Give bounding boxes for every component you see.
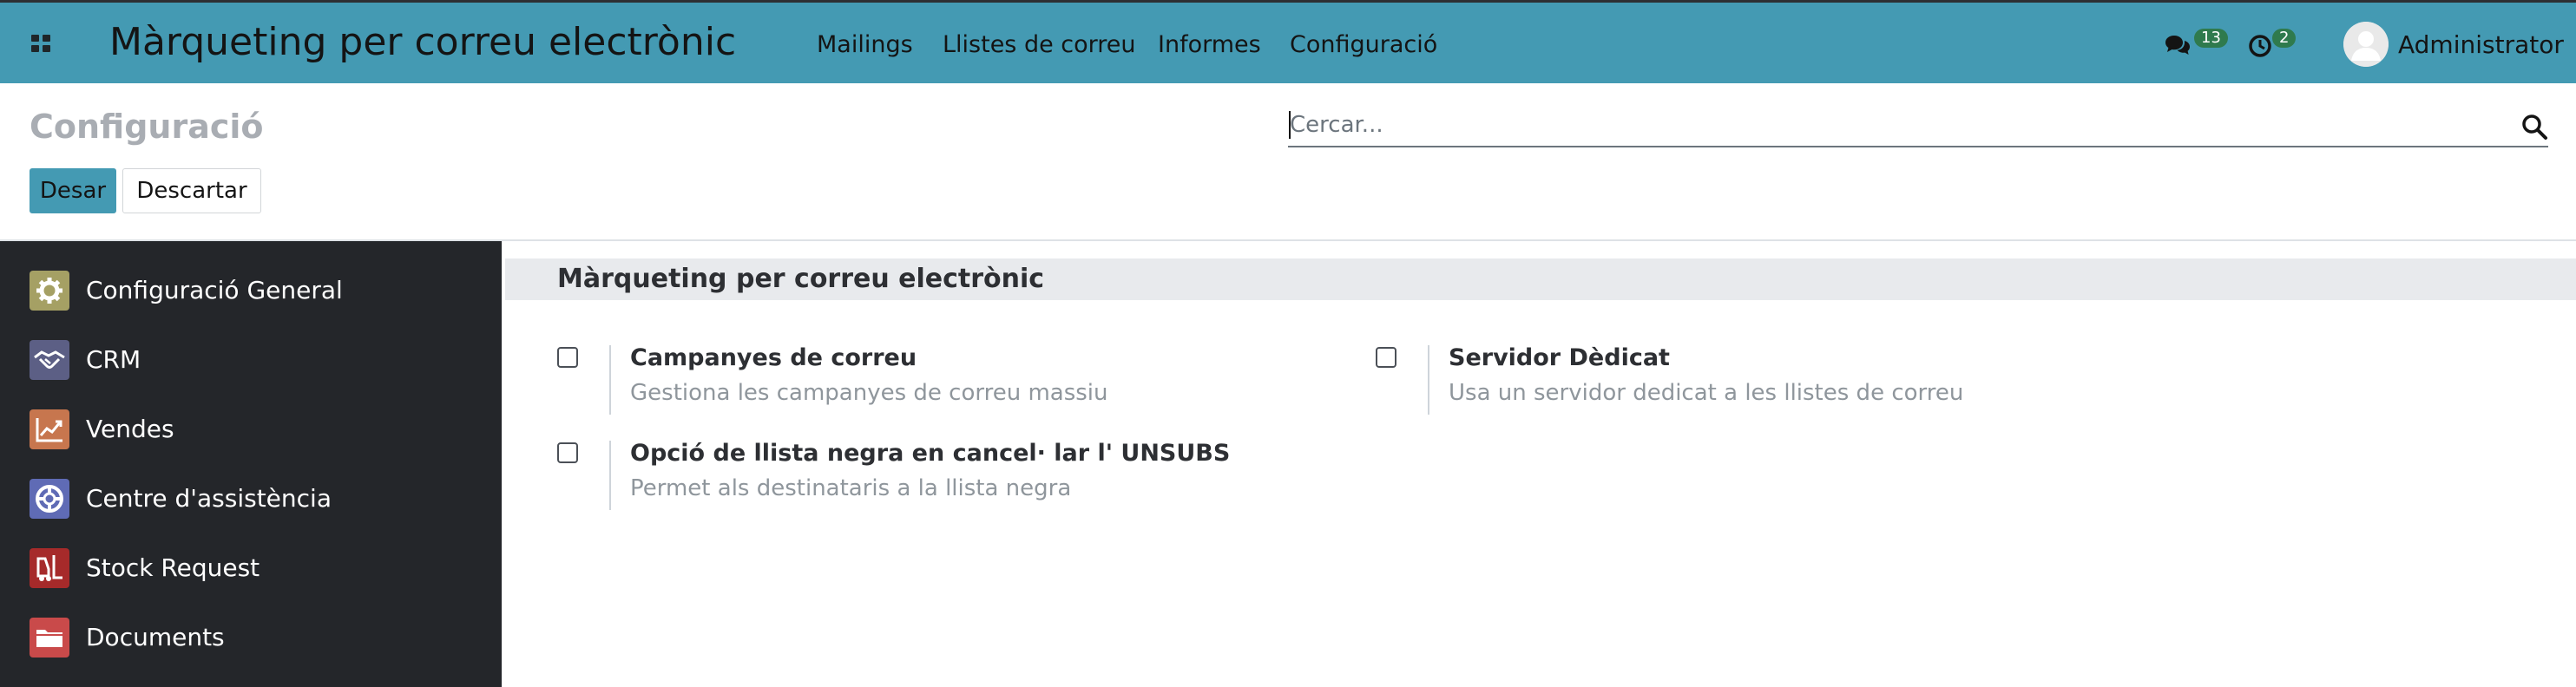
sidebar-item-label: Centre d'assistència: [86, 484, 332, 513]
sidebar-item-label: Documents: [86, 623, 225, 651]
sidebar-item-crm[interactable]: CRM: [0, 325, 502, 395]
setting-divider: [609, 345, 611, 415]
search-icon[interactable]: [2520, 113, 2548, 141]
chart-line-icon: [30, 409, 69, 449]
forklift-icon: [30, 548, 69, 588]
sidebar-item-label: Configuració General: [86, 276, 343, 304]
activities-count-badge: 2: [2272, 29, 2297, 48]
setting-title: Servidor Dèdicat: [1449, 344, 1670, 371]
apps-menu-icon[interactable]: [31, 35, 52, 54]
dedicated-server-checkbox[interactable]: [1376, 347, 1396, 368]
page-title: Configuració: [30, 108, 264, 146]
chat-icon: [2165, 36, 2190, 55]
menu-reports[interactable]: Informes: [1158, 29, 1261, 62]
sidebar-item-label: Stock Request: [86, 553, 260, 582]
discard-button[interactable]: Descartar: [122, 168, 261, 213]
sidebar-item-documents[interactable]: Documents: [0, 603, 502, 672]
sidebar-item-sales[interactable]: Vendes: [0, 395, 502, 464]
user-menu-name[interactable]: Administrator: [2398, 29, 2564, 62]
top-navbar: Màrqueting per correu electrònic Mailing…: [0, 0, 2576, 83]
sidebar-item-label: CRM: [86, 345, 141, 374]
app-brand[interactable]: Màrqueting per correu electrònic: [109, 18, 736, 67]
sidebar-item-label: Vendes: [86, 415, 174, 443]
setting-title: Campanyes de correu: [630, 344, 917, 371]
lifebuoy-icon: [30, 479, 69, 519]
campaigns-checkbox[interactable]: [557, 347, 578, 368]
save-button[interactable]: Desar: [30, 168, 116, 213]
messages-menu[interactable]: 13: [2165, 23, 2228, 65]
setting-divider: [1428, 345, 1429, 415]
menu-mailing-lists[interactable]: Llistes de correu: [943, 29, 1136, 62]
section-title: Màrqueting per correu electrònic: [557, 264, 1045, 294]
search-bar: [1288, 106, 2548, 147]
blacklist-checkbox[interactable]: [557, 442, 578, 463]
folder-icon: [30, 618, 69, 658]
settings-section-header: Màrqueting per correu electrònic: [505, 258, 2576, 300]
activities-menu[interactable]: 2: [2248, 23, 2300, 65]
setting-description: Gestiona les campanyes de correu massiu: [630, 380, 1108, 406]
settings-sidebar: Configuració General CRM Vendes Centre d…: [0, 241, 502, 687]
setting-divider: [609, 441, 611, 510]
gear-icon: [30, 271, 69, 311]
user-icon: [2343, 22, 2389, 67]
sidebar-item-stock-request[interactable]: Stock Request: [0, 533, 502, 603]
text-cursor: [1289, 111, 1291, 139]
sidebar-item-helpdesk[interactable]: Centre d'assistència: [0, 464, 502, 533]
setting-title: Opció de llista negra en cancel· lar l' …: [630, 440, 1231, 467]
menu-mailings[interactable]: Mailings: [817, 29, 913, 62]
handshake-icon: [30, 340, 69, 380]
user-avatar[interactable]: [2343, 22, 2389, 67]
clock-icon: [2249, 35, 2271, 57]
menu-configuration[interactable]: Configuració: [1290, 29, 1437, 62]
setting-description: Permet als destinataris a la llista negr…: [630, 475, 1072, 501]
search-input[interactable]: [1288, 106, 2489, 144]
sidebar-item-general-settings[interactable]: Configuració General: [0, 256, 502, 325]
setting-description: Usa un servidor dedicat a les llistes de…: [1449, 380, 1964, 406]
messages-count-badge: 13: [2194, 29, 2228, 48]
